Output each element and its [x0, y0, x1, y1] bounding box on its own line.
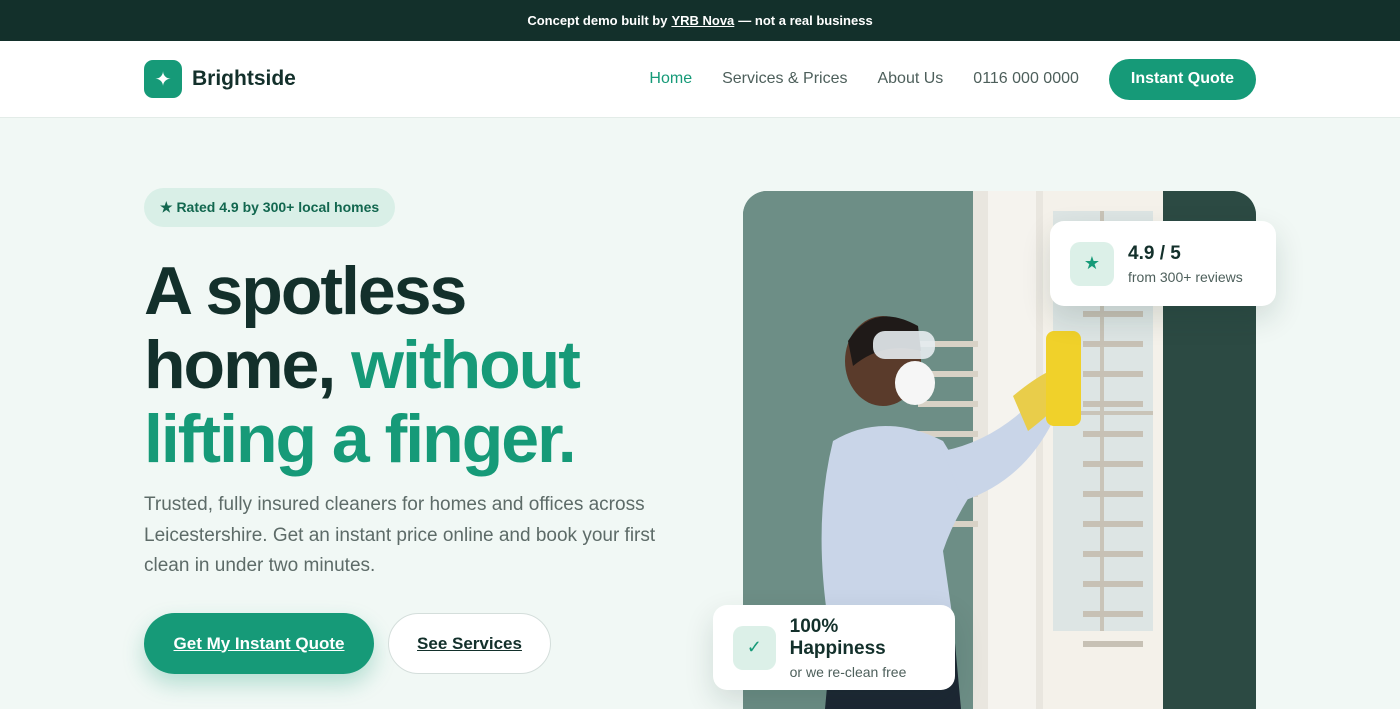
nav-link-services[interactable]: Services & Prices — [722, 70, 847, 88]
rating-card: ★ 4.9 / 5 from 300+ reviews — [1050, 221, 1276, 306]
brand-name: Brightside — [192, 67, 296, 90]
happiness-card: ✓ 100% Happiness or we re-clean free — [713, 605, 955, 690]
demo-banner: Concept demo built by YRB Nova — not a r… — [0, 0, 1400, 41]
get-quote-button[interactable]: Get My Instant Quote — [144, 613, 374, 674]
nav-links: Home Services & Prices About Us 0116 000… — [649, 58, 1256, 100]
see-services-button[interactable]: See Services — [388, 613, 551, 674]
headline-line-2a: home, — [144, 327, 336, 403]
headline-line-1: A spotless — [144, 253, 467, 329]
banner-prefix: Concept demo built by — [527, 13, 668, 28]
banner-suffix: — not a real business — [738, 13, 873, 28]
headline-line-2b: without — [351, 327, 581, 403]
rating-card-subtitle: from 300+ reviews — [1128, 268, 1243, 285]
hero-section: ★ Rated 4.9 by 300+ local homes A spotle… — [0, 118, 1400, 709]
rating-badge: ★ Rated 4.9 by 300+ local homes — [144, 188, 396, 227]
nav-link-about[interactable]: About Us — [877, 70, 943, 88]
happiness-card-title: 100% Happiness — [789, 615, 886, 659]
star-icon: ★ — [1070, 241, 1114, 286]
rating-card-title: 4.9 / 5 — [1128, 242, 1181, 264]
headline-line-3: lifting a finger. — [144, 401, 577, 477]
main-nav: ✦ Brightside Home Services & Prices Abou… — [0, 41, 1400, 118]
check-icon: ✓ — [733, 625, 776, 670]
hero-subtext: Trusted, fully insured cleaners for home… — [144, 494, 656, 576]
instant-quote-button[interactable]: Instant Quote — [1108, 58, 1256, 100]
happiness-card-subtitle: or we re-clean free — [789, 663, 907, 680]
hero-headline: A spotless home, without lifting a finge… — [144, 254, 704, 476]
sparkle-icon: ✦ — [144, 60, 182, 98]
banner-link[interactable]: YRB Nova — [671, 13, 734, 28]
nav-link-phone[interactable]: 0116 000 0000 — [973, 70, 1079, 88]
nav-link-home[interactable]: Home — [649, 70, 692, 88]
logo[interactable]: ✦ Brightside — [144, 60, 296, 98]
